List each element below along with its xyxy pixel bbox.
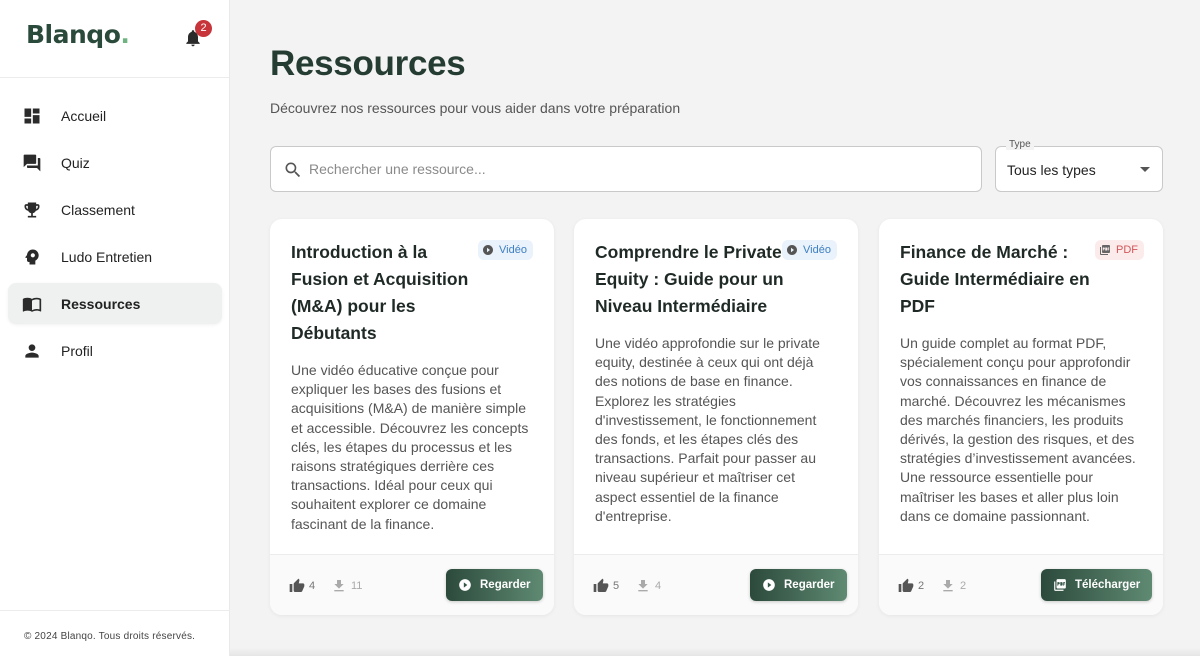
sidebar-item-profil[interactable]: Profil [8, 330, 222, 371]
card-footer: 2 2 Télécharger [879, 554, 1163, 615]
type-select-label: Type [1006, 139, 1034, 150]
logo-dot: . [120, 20, 130, 49]
action-label: Télécharger [1075, 579, 1141, 591]
download-count: 4 [655, 580, 662, 592]
like-count: 2 [918, 580, 925, 592]
like-stat[interactable]: 5 [593, 578, 619, 594]
download-count: 11 [351, 580, 363, 592]
watch-button[interactable]: Regarder [446, 569, 543, 601]
card-description: Un guide complet au format PDF, spéciale… [900, 335, 1136, 524]
thumb-up-icon [898, 578, 914, 592]
play-circle-icon [483, 245, 493, 255]
like-stat[interactable]: 2 [898, 578, 924, 594]
download-button[interactable]: Télécharger [1041, 569, 1153, 601]
sidebar-nav: Accueil Quiz Classement Ludo Entretien R… [0, 95, 230, 377]
card-title: Introduction à la Fusion et Acquisition … [291, 242, 469, 343]
page-subtitle: Découvrez nos ressources pour vous aider… [270, 100, 681, 116]
sidebar-item-label: Ludo Entretien [61, 248, 153, 265]
card-title: Comprendre le Private Equity : Guide pou… [595, 242, 784, 316]
book-icon [22, 297, 42, 312]
brand-row: Blanqo. 2 [0, 0, 229, 78]
search-icon [285, 162, 301, 178]
card-type-badge: Vidéo [478, 240, 533, 260]
card-footer: 4 11 Regarder [270, 554, 554, 615]
sidebar-item-label: Accueil [61, 107, 107, 124]
card-description: Une vidéo éducative conçue pour explique… [291, 362, 529, 532]
thumb-up-icon [593, 578, 609, 592]
page-title: Ressources [270, 44, 466, 83]
play-circle-icon [763, 579, 775, 591]
card-badge-label: PDF [1116, 244, 1138, 256]
download-icon [638, 580, 648, 592]
resource-card: Introduction à la Fusion et Acquisition … [270, 219, 554, 615]
copyright-text: © 2024 Blanqo. Tous droits réservés. [24, 631, 196, 642]
search-input[interactable] [309, 147, 969, 191]
psychology-icon [25, 249, 39, 264]
picture-as-pdf-icon [1100, 245, 1110, 255]
type-select[interactable]: Tous les types [995, 146, 1163, 192]
card-type-badge: PDF [1095, 240, 1144, 260]
sidebar-item-label: Quiz [61, 154, 90, 171]
notification-badge: 2 [195, 20, 212, 37]
play-circle-icon [787, 245, 797, 255]
chevron-down-icon [1140, 167, 1150, 172]
sidebar-item-ressources[interactable]: Ressources [8, 283, 222, 324]
resource-card: Comprendre le Private Equity : Guide pou… [574, 219, 858, 615]
sidebar-footer: © 2024 Blanqo. Tous droits réservés. [0, 610, 230, 656]
card-badge-label: Vidéo [803, 244, 831, 256]
type-select-value: Tous les types [1007, 162, 1096, 178]
watch-button[interactable]: Regarder [750, 569, 847, 601]
download-stat: 11 [331, 578, 362, 594]
logo-text: Blanqo [26, 20, 121, 49]
download-stat: 2 [940, 578, 966, 594]
play-circle-icon [459, 579, 471, 591]
like-count: 4 [309, 580, 316, 592]
sidebar-item-classement[interactable]: Classement [8, 189, 222, 230]
like-count: 5 [613, 580, 620, 592]
like-stat[interactable]: 4 [289, 578, 315, 594]
card-badge-label: Vidéo [499, 244, 527, 256]
action-label: Regarder [480, 579, 531, 591]
forum-icon [23, 154, 41, 171]
download-count: 2 [960, 580, 967, 592]
sidebar: Blanqo. 2 Accueil Quiz Classement Ludo E… [0, 0, 230, 656]
logo[interactable]: Blanqo. [26, 20, 130, 49]
sidebar-item-label: Classement [61, 201, 135, 218]
trophy-icon [24, 202, 40, 217]
sidebar-item-ludo-entretien[interactable]: Ludo Entretien [8, 236, 222, 277]
picture-as-pdf-icon [1054, 579, 1066, 591]
card-footer: 5 4 Regarder [574, 554, 858, 615]
search-field[interactable] [270, 146, 982, 192]
card-title: Finance de Marché : Guide Intermédiaire … [900, 242, 1090, 316]
resource-card: Finance de Marché : Guide Intermédiaire … [879, 219, 1163, 615]
download-stat: 4 [635, 578, 661, 594]
dashboard-icon [24, 108, 40, 123]
card-description: Une vidéo approfondie sur le private equ… [595, 335, 820, 524]
sidebar-item-quiz[interactable]: Quiz [8, 142, 222, 183]
card-type-badge: Vidéo [782, 240, 837, 260]
page-bottom-shadow [230, 648, 1200, 656]
download-icon [334, 580, 344, 592]
thumb-up-icon [289, 578, 305, 592]
sidebar-item-accueil[interactable]: Accueil [8, 95, 222, 136]
sidebar-item-label: Profil [61, 342, 93, 359]
sidebar-item-label: Ressources [61, 295, 141, 312]
download-icon [943, 580, 953, 592]
person-icon [25, 343, 39, 358]
action-label: Regarder [784, 579, 835, 591]
